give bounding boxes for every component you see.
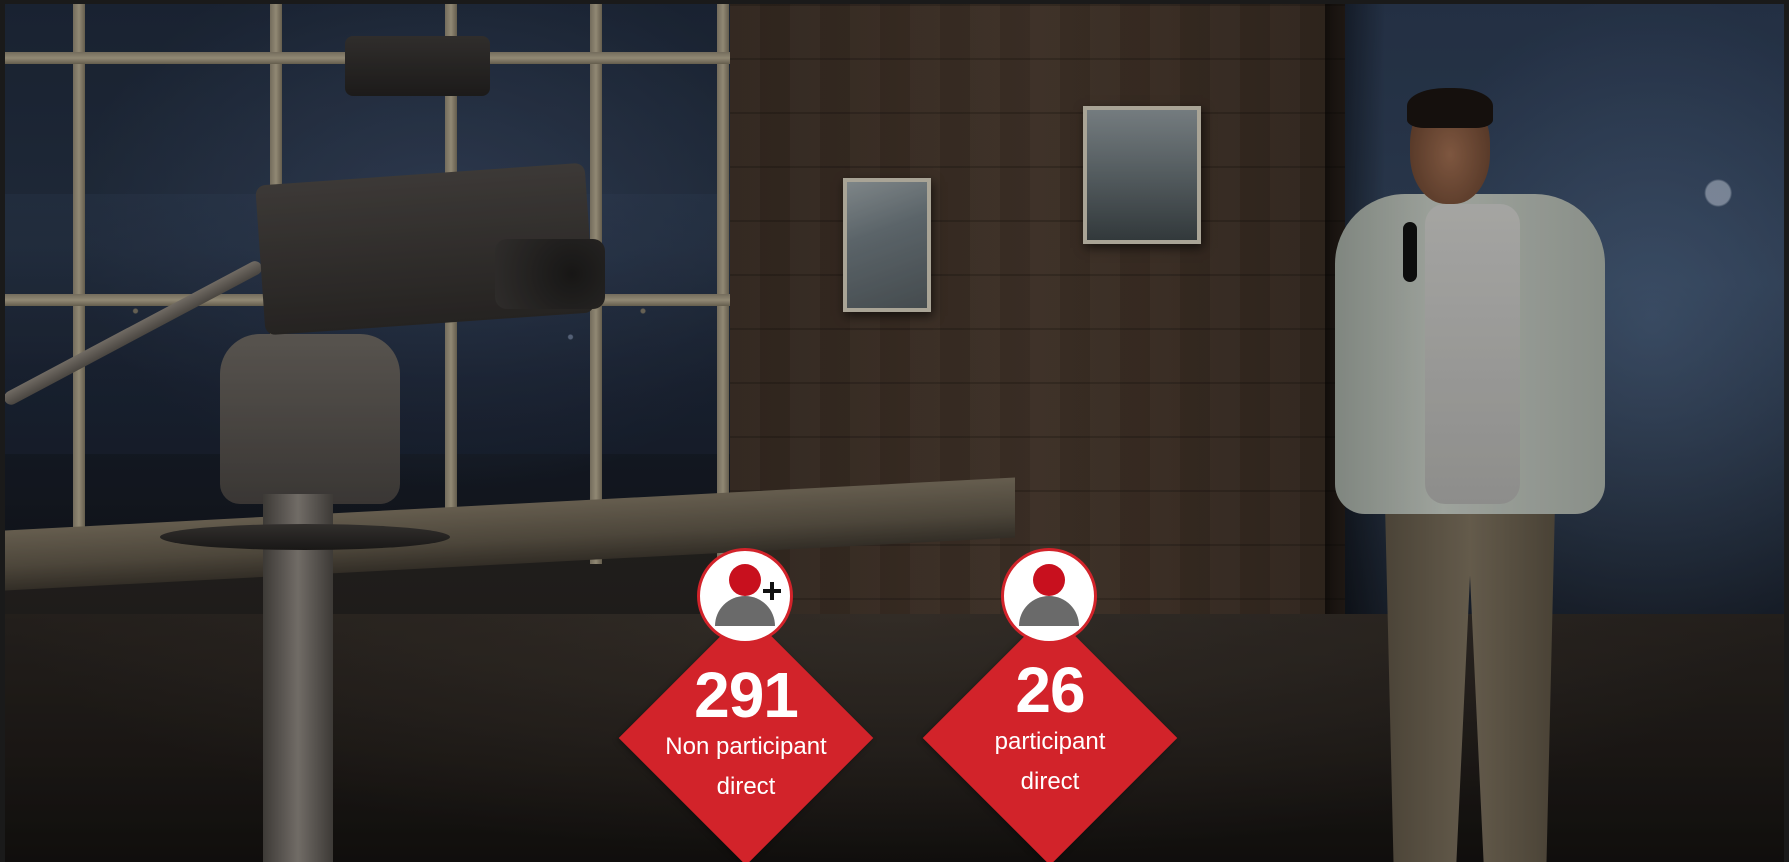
stat-value: 26: [1015, 654, 1085, 726]
stat-card-non-participant: 291 Non participant direct: [616, 548, 876, 862]
user-body-shape: [1019, 596, 1079, 626]
stat-label: Non participant direct: [665, 733, 827, 800]
stat-text: 26 participant direct: [920, 658, 1180, 802]
hero-banner: 291 Non participant direct 26 participan…: [5, 4, 1784, 862]
stat-label: participant direct: [994, 728, 1106, 795]
plus-icon: [760, 579, 784, 603]
dark-overlay: [5, 4, 1784, 862]
studio-background-image: [5, 4, 1784, 862]
user-head-shape: [729, 564, 761, 596]
user-icon: [1001, 548, 1097, 644]
stat-value: 291: [694, 659, 799, 731]
stat-card-participant: 26 participant direct: [920, 548, 1180, 862]
user-head-shape: [1033, 564, 1065, 596]
user-add-icon: [697, 548, 793, 644]
stat-text: 291 Non participant direct: [616, 663, 876, 807]
